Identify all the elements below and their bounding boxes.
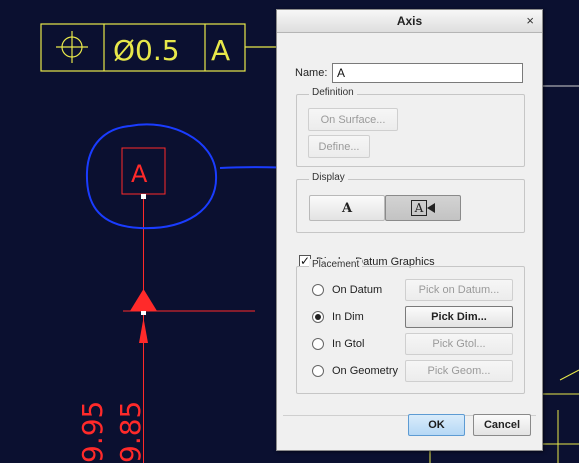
datum-tag-handle — [141, 194, 146, 199]
arrow-left-icon — [427, 203, 436, 213]
dialog-title: Axis — [396, 14, 423, 28]
dialog-body: Name: Definition On Surface... Define...… — [277, 33, 542, 450]
geometry-line — [559, 369, 579, 381]
on-geometry-label: On Geometry — [332, 365, 399, 377]
axis-dialog: Axis × Name: Definition On Surface... De… — [276, 9, 543, 451]
definition-group: Definition On Surface... Define... — [296, 87, 525, 167]
definition-group-title: Definition — [309, 87, 357, 98]
in-dim-label: In Dim — [332, 311, 364, 323]
display-group-title: Display — [309, 172, 348, 183]
cancel-button[interactable]: Cancel — [473, 414, 531, 436]
datum-triangle — [130, 289, 157, 311]
pick-dim-button[interactable]: Pick Dim... — [405, 306, 513, 328]
position-icon — [56, 31, 88, 63]
on-geometry-radio[interactable] — [312, 365, 324, 377]
datum-handle — [141, 311, 146, 315]
in-gtol-label: In Gtol — [332, 338, 365, 350]
on-datum-radio[interactable] — [312, 284, 324, 296]
datum-tag-label: A — [131, 160, 148, 188]
placement-group: Placement On Datum Pick on Datum... In D… — [296, 259, 525, 394]
dimension-upper: 9.95 — [76, 401, 109, 463]
display-plain-button[interactable]: A — [309, 195, 385, 221]
placement-group-title: Placement — [309, 259, 363, 270]
on-datum-label: On Datum — [332, 284, 383, 296]
on-surface-button[interactable]: On Surface... — [308, 108, 398, 131]
define-button[interactable]: Define... — [308, 135, 370, 158]
dimension-lower: 9.85 — [114, 401, 147, 463]
fcf-tolerance: Ø0.5 — [113, 34, 180, 67]
display-group: Display A A — [296, 172, 525, 233]
datum-tag-icon-box: A — [410, 200, 428, 216]
display-tag-button[interactable]: A — [385, 195, 461, 221]
name-field[interactable] — [332, 63, 523, 83]
dialog-titlebar[interactable]: Axis × — [277, 10, 542, 33]
fcf-datum: A — [211, 34, 230, 67]
pick-geom-button[interactable]: Pick Geom... — [405, 360, 513, 382]
name-label: Name: — [295, 67, 328, 79]
in-gtol-radio[interactable] — [312, 338, 324, 350]
pick-gtol-button[interactable]: Pick Gtol... — [405, 333, 513, 355]
ok-button[interactable]: OK — [408, 414, 465, 436]
annotation-circle — [85, 123, 218, 230]
dimension-arrow — [139, 318, 148, 343]
pick-on-datum-button[interactable]: Pick on Datum... — [405, 279, 513, 301]
datum-tag-icon: A — [410, 200, 436, 216]
close-icon[interactable]: × — [526, 13, 534, 28]
in-dim-radio[interactable] — [312, 311, 324, 323]
